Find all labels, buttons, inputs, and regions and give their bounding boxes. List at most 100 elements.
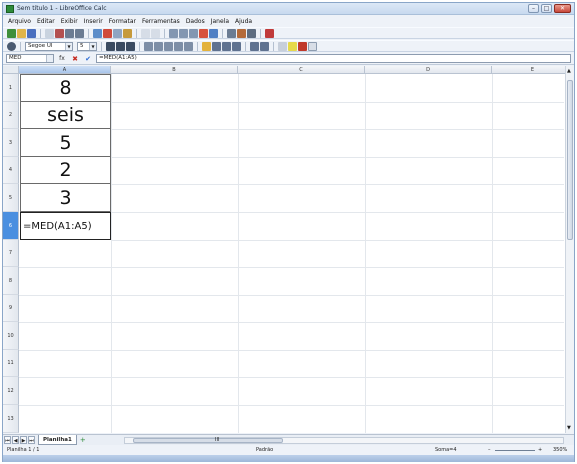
function-wizard-icon[interactable]: fx: [57, 55, 67, 62]
add-sheet-icon[interactable]: +: [78, 436, 88, 445]
merge-cells-icon[interactable]: [184, 41, 193, 51]
row-header-8[interactable]: 8: [3, 267, 19, 295]
column-header-b[interactable]: B: [111, 66, 238, 74]
menu-dados[interactable]: Dados: [186, 18, 205, 25]
increase-indent-icon[interactable]: [260, 41, 269, 51]
scroll-up-icon[interactable]: ▲: [567, 68, 571, 74]
row-header-1[interactable]: 1: [3, 74, 19, 102]
row-header-13[interactable]: 13: [3, 405, 19, 433]
export-pdf-icon[interactable]: [55, 28, 64, 38]
row-header-12[interactable]: 12: [3, 377, 19, 405]
cut-icon[interactable]: [103, 28, 112, 38]
bold-icon[interactable]: [106, 41, 115, 51]
cell-a5[interactable]: 3: [20, 184, 111, 212]
maximize-button[interactable]: □: [541, 4, 552, 13]
borders-icon[interactable]: [278, 41, 287, 51]
chevron-down-icon[interactable]: ▼: [65, 42, 72, 50]
close-button[interactable]: ✕: [554, 4, 571, 13]
edit-file-icon[interactable]: [45, 28, 54, 38]
align-center-icon[interactable]: [154, 41, 163, 51]
zoom-in-button[interactable]: +: [538, 446, 542, 454]
menu-editar[interactable]: Editar: [37, 18, 55, 25]
horizontal-scroll-thumb[interactable]: [133, 438, 283, 443]
pivot-table-icon[interactable]: [209, 28, 218, 38]
sheet-tab-planilha1[interactable]: Planilha1: [38, 435, 77, 445]
row-header-10[interactable]: 10: [3, 322, 19, 350]
sort-descending-icon[interactable]: [189, 28, 198, 38]
font-color-icon[interactable]: [298, 41, 307, 51]
row-header-4[interactable]: 4: [3, 157, 19, 184]
row-header-2[interactable]: 2: [3, 102, 19, 129]
row-header-3[interactable]: 3: [3, 129, 19, 157]
justify-icon[interactable]: [174, 41, 183, 51]
underline-icon[interactable]: [126, 41, 135, 51]
new-document-icon[interactable]: [7, 28, 16, 38]
spreadsheet-grid[interactable]: A B C D E 1 2 3 4 5 6 7 8 9 10 11 12 13 …: [3, 66, 574, 433]
vertical-scrollbar[interactable]: ▲ ▼: [565, 66, 574, 433]
menu-ajuda[interactable]: Ajuda: [235, 18, 252, 25]
row-header-6[interactable]: 6: [3, 212, 19, 240]
navigator-icon[interactable]: [227, 28, 236, 38]
open-folder-icon[interactable]: [17, 28, 26, 38]
cell-a2[interactable]: seis: [20, 102, 111, 129]
hyperlink-icon[interactable]: [169, 28, 178, 38]
select-all-corner[interactable]: [3, 66, 19, 74]
vertical-scroll-thumb[interactable]: [567, 80, 573, 240]
decrease-indent-icon[interactable]: [250, 41, 259, 51]
horizontal-scrollbar[interactable]: III: [124, 437, 564, 444]
cell-a4[interactable]: 2: [20, 157, 111, 184]
formula-input[interactable]: =MED(A1:A5): [96, 54, 571, 63]
menu-janela[interactable]: Janela: [211, 18, 229, 25]
row-header-11[interactable]: 11: [3, 350, 19, 377]
row-header-7[interactable]: 7: [3, 240, 19, 267]
spellcheck-icon[interactable]: [93, 28, 102, 38]
scroll-down-icon[interactable]: ▼: [567, 425, 571, 431]
save-icon[interactable]: [27, 28, 36, 38]
paste-icon[interactable]: [123, 28, 132, 38]
sort-ascending-icon[interactable]: [179, 28, 188, 38]
last-sheet-icon[interactable]: ⏭: [28, 436, 35, 444]
background-color-icon[interactable]: [288, 41, 297, 51]
currency-format-icon[interactable]: [202, 41, 211, 51]
print-preview-icon[interactable]: [75, 28, 84, 38]
print-icon[interactable]: [65, 28, 74, 38]
styles-icon[interactable]: [7, 41, 16, 51]
cell-a1[interactable]: 8: [20, 74, 111, 102]
sidebar-toggle-icon[interactable]: [308, 41, 317, 51]
gallery-icon[interactable]: [237, 28, 246, 38]
column-header-d[interactable]: D: [365, 66, 492, 74]
chevron-down-icon[interactable]: ▼: [89, 42, 96, 50]
zoom-out-button[interactable]: –: [488, 446, 491, 454]
menu-ferramentas[interactable]: Ferramentas: [142, 18, 180, 25]
name-box[interactable]: MED: [6, 54, 54, 63]
row-header-5[interactable]: 5: [3, 184, 19, 212]
number-format-icon[interactable]: [222, 41, 231, 51]
menu-formatar[interactable]: Formatar: [109, 18, 136, 25]
chevron-down-icon[interactable]: [46, 55, 53, 62]
column-header-e[interactable]: E: [492, 66, 574, 74]
menu-inserir[interactable]: Inserir: [84, 18, 103, 25]
row-header-9[interactable]: 9: [3, 295, 19, 322]
italic-icon[interactable]: [116, 41, 125, 51]
cell-a3[interactable]: 5: [20, 129, 111, 157]
data-sources-icon[interactable]: [247, 28, 256, 38]
accept-icon[interactable]: ✔: [83, 55, 93, 63]
menu-arquivo[interactable]: Arquivo: [8, 18, 31, 25]
column-header-c[interactable]: C: [238, 66, 365, 74]
zoom-icon[interactable]: [265, 28, 274, 38]
copy-icon[interactable]: [113, 28, 122, 38]
chart-icon[interactable]: [199, 28, 208, 38]
add-decimal-icon[interactable]: [232, 41, 241, 51]
align-left-icon[interactable]: [144, 41, 153, 51]
menu-exibir[interactable]: Exibir: [61, 18, 78, 25]
cancel-icon[interactable]: ✖: [70, 55, 80, 63]
zoom-slider[interactable]: [495, 450, 535, 451]
redo-icon[interactable]: [151, 28, 160, 38]
minimize-button[interactable]: –: [528, 4, 539, 13]
font-name-select[interactable]: Segoe UI ▼: [25, 41, 73, 51]
align-right-icon[interactable]: [164, 41, 173, 51]
cell-a6-editing[interactable]: =MED(A1:A5): [20, 212, 111, 240]
column-header-a[interactable]: A: [19, 66, 111, 74]
first-sheet-icon[interactable]: ⏮: [4, 436, 11, 444]
font-size-select[interactable]: 5 ▼: [77, 41, 97, 51]
